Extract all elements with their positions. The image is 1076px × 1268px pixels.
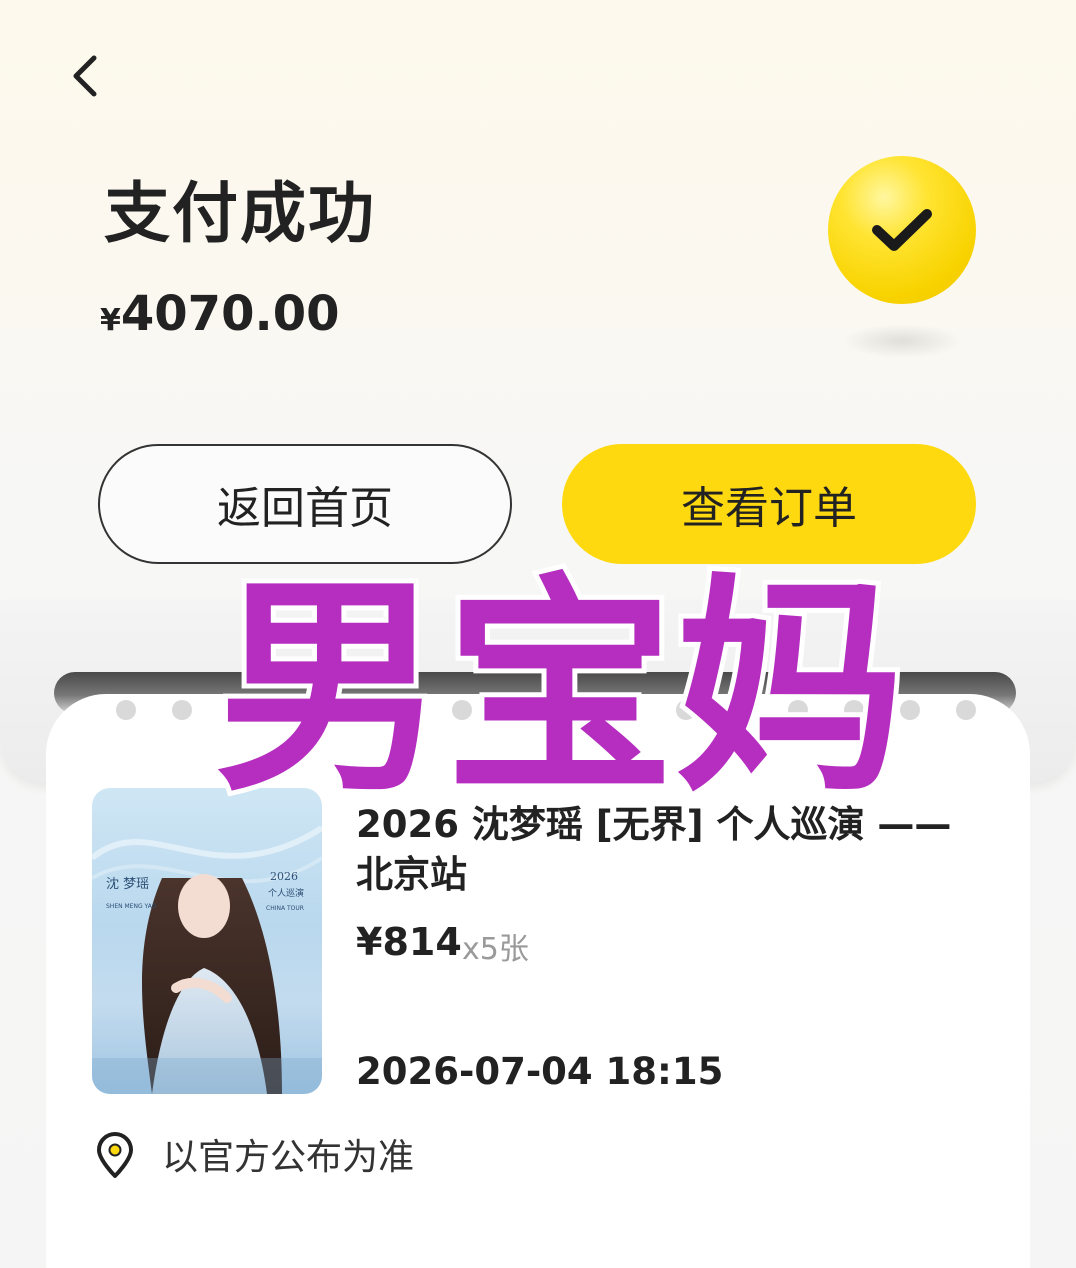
perforation-dot <box>900 700 920 720</box>
event-poster[interactable]: 沈 梦瑶 SHEN MENG YAO 2026 个人巡演 CHINA TOUR <box>92 788 322 1094</box>
back-button[interactable] <box>60 48 110 104</box>
event-title[interactable]: 2026 沈梦瑶 [无界] 个人巡演 —— 北京站 <box>356 800 996 900</box>
perforation-dot <box>508 700 528 720</box>
poster-year: 2026 <box>270 870 298 883</box>
perforation-dot <box>564 700 584 720</box>
perforation-dot <box>340 700 360 720</box>
perforation-dot <box>116 700 136 720</box>
venue-text: 以官方公布为准 <box>162 1137 415 1178</box>
checkmark-icon <box>872 209 932 251</box>
perforation-dot <box>172 700 192 720</box>
payment-amount: ¥4070.00 <box>100 286 340 342</box>
perforation-dot <box>228 700 248 720</box>
perforation-dot <box>676 700 696 720</box>
poster-name-en: SHEN MENG YAO <box>106 903 157 910</box>
view-order-button[interactable]: 查看订单 <box>562 444 976 564</box>
currency-symbol: ¥ <box>100 303 121 338</box>
ticket-price: ¥814 <box>356 920 462 964</box>
ticket-perforation <box>116 700 976 722</box>
page-title: 支付成功 <box>104 175 376 252</box>
perforation-dot <box>452 700 472 720</box>
event-datetime: 2026-07-04 18:15 <box>356 1050 724 1093</box>
badge-shadow <box>842 324 962 358</box>
location-pin-icon <box>97 1132 133 1178</box>
perforation-dot <box>732 700 752 720</box>
perforation-dot <box>396 700 416 720</box>
return-home-button[interactable]: 返回首页 <box>98 444 512 564</box>
perforation-dot <box>284 700 304 720</box>
poster-name: 沈 梦瑶 <box>106 877 149 892</box>
perforation-dot <box>620 700 640 720</box>
perforation-dot <box>956 700 976 720</box>
poster-tour-en: CHINA TOUR <box>266 905 304 912</box>
perforation-dot <box>788 700 808 720</box>
perforation-dot <box>844 700 864 720</box>
poster-tour: 个人巡演 <box>268 887 304 899</box>
chevron-left-icon <box>73 55 97 97</box>
amount-value: 4070.00 <box>120 286 340 342</box>
ticket-quantity: x5张 <box>462 932 529 967</box>
poster-artwork: 沈 梦瑶 SHEN MENG YAO 2026 个人巡演 CHINA TOUR <box>92 825 322 1094</box>
success-badge <box>828 156 976 304</box>
